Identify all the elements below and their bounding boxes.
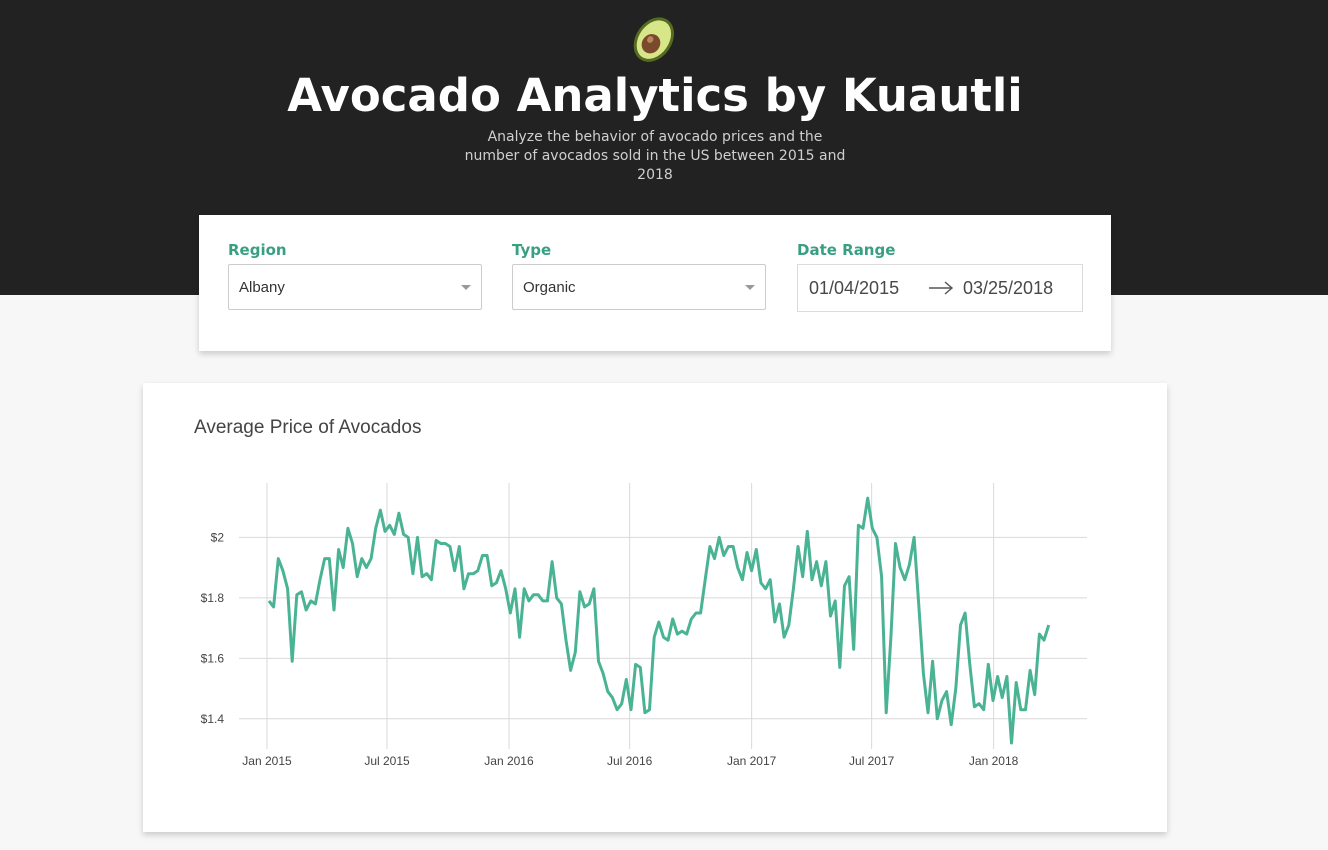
type-dropdown[interactable]: Organic bbox=[512, 264, 766, 310]
x-tick-label: Jan 2016 bbox=[484, 754, 534, 768]
x-tick-label: Jan 2015 bbox=[242, 754, 292, 768]
region-selected-value: Albany bbox=[239, 279, 285, 296]
chevron-down-icon[interactable] bbox=[745, 285, 755, 290]
x-tick-label: Jul 2015 bbox=[364, 754, 410, 768]
type-label: Type bbox=[512, 241, 552, 259]
x-tick-label: Jul 2016 bbox=[607, 754, 653, 768]
page-title: Avocado Analytics by Kuautli bbox=[287, 69, 1023, 122]
y-tick-label: $1.4 bbox=[201, 712, 225, 726]
type-selected-value: Organic bbox=[523, 279, 576, 296]
y-tick-label: $1.6 bbox=[201, 651, 225, 665]
arrow-right-icon bbox=[929, 281, 954, 295]
series-line bbox=[267, 496, 1051, 745]
filter-panel: Region Albany Type Organic Date Range bbox=[199, 215, 1111, 351]
end-date-input[interactable] bbox=[963, 278, 1073, 299]
y-tick-label: $1.8 bbox=[201, 591, 225, 605]
region-label: Region bbox=[228, 241, 287, 259]
x-tick-label: Jan 2018 bbox=[969, 754, 1019, 768]
start-date-input[interactable] bbox=[809, 278, 919, 299]
x-tick-label: Jul 2017 bbox=[849, 754, 895, 768]
date-range-label: Date Range bbox=[797, 241, 896, 259]
price-line-chart: Average Price of Avocados Jan 2015 Jul 20… bbox=[194, 417, 1087, 768]
date-range-picker[interactable] bbox=[797, 264, 1083, 312]
avocado-icon bbox=[633, 17, 675, 62]
region-dropdown[interactable]: Albany bbox=[228, 264, 482, 310]
page-subtitle: Analyze the behavior of avocado prices a… bbox=[464, 129, 846, 183]
x-tick-label: Jan 2017 bbox=[727, 754, 777, 768]
price-chart-card: Average Price of Avocados Jan 2015 Jul 20… bbox=[143, 383, 1167, 832]
chart-title: Average Price of Avocados bbox=[194, 417, 421, 438]
y-tick-label: $2 bbox=[211, 530, 225, 544]
chevron-down-icon[interactable] bbox=[461, 285, 471, 290]
